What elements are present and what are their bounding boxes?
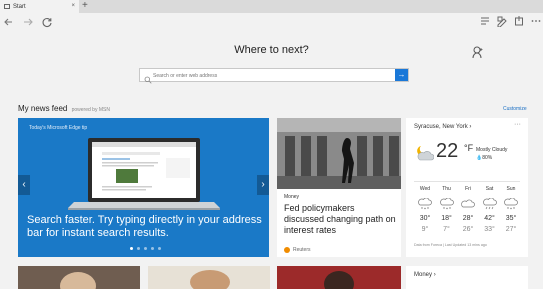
rain-cloud-icon: [482, 197, 498, 210]
tab-start[interactable]: Start ×: [0, 0, 79, 13]
new-tab-button[interactable]: +: [82, 1, 88, 11]
more-icon[interactable]: [529, 15, 543, 29]
tab-strip: Start × +: [0, 0, 543, 13]
news-photo: [277, 118, 401, 189]
money-card-title: Money ›: [414, 272, 436, 278]
tip-carousel[interactable]: Today's Microsoft Edge tip Search faster…: [18, 118, 269, 257]
refresh-icon[interactable]: [40, 15, 54, 29]
share-icon[interactable]: [512, 15, 526, 29]
weather-more-button[interactable]: ···: [514, 121, 521, 128]
toolbar: [0, 13, 543, 31]
search-input[interactable]: [153, 70, 393, 81]
weather-condition: Mostly Cloudy: [476, 147, 508, 153]
forecast-low: 9°: [421, 226, 429, 233]
forecast-day: Sun: [506, 186, 516, 192]
search-icon: [144, 71, 152, 84]
temperature-unit: °F: [464, 143, 474, 153]
back-icon[interactable]: [2, 15, 16, 29]
carousel-dot[interactable]: [130, 247, 133, 250]
money-card-label: Money: [414, 272, 433, 278]
carousel-dot[interactable]: [151, 247, 154, 250]
tab-title: Start: [13, 3, 26, 10]
laptop-illustration: [68, 138, 220, 210]
carousel-dot[interactable]: [158, 247, 161, 250]
forecast-high: 42°: [484, 215, 495, 222]
news-headline[interactable]: Fed policymakers discussed changing path…: [284, 203, 397, 236]
precipitation-value: 80%: [482, 155, 493, 161]
forecast-day: Thu: [442, 186, 451, 192]
forecast-high: 28°: [462, 215, 474, 222]
news-feed-label: My news feed: [18, 104, 68, 113]
reuters-icon: [284, 247, 290, 253]
carousel-caption: Search faster. Try typing directly in yo…: [27, 214, 262, 239]
news-thumbnail-1[interactable]: [18, 266, 140, 289]
cloud-icon: [460, 197, 476, 209]
reading-view-icon[interactable]: [478, 15, 492, 29]
carousel-dot[interactable]: [137, 247, 140, 250]
forward-icon[interactable]: [21, 15, 35, 29]
forecast-high: 18°: [441, 215, 452, 222]
partly-cloudy-night-icon: [417, 146, 434, 161]
close-tab-icon[interactable]: ×: [71, 3, 75, 9]
snow-cloud-icon: [503, 197, 519, 210]
forecast-high: 35°: [505, 215, 517, 222]
web-note-icon[interactable]: [495, 15, 509, 29]
forecast-day: Sat: [485, 186, 494, 192]
forecast-low: 33°: [484, 226, 495, 233]
forecast-low: 27°: [505, 226, 517, 233]
search-bar: →: [139, 68, 409, 84]
customize-link[interactable]: Customize: [503, 106, 527, 112]
carousel-dot[interactable]: [144, 247, 147, 250]
forecast-low: 26°: [462, 226, 474, 233]
search-go-button[interactable]: →: [395, 69, 408, 81]
powered-by-label: powered by MSN: [71, 107, 110, 113]
weather-location[interactable]: Syracuse, New York ›: [414, 124, 471, 130]
tab-page-icon: [4, 4, 10, 9]
weather-location-name: Syracuse, New York: [414, 124, 468, 130]
news-category: Money: [284, 194, 300, 200]
forecast-day: Wed: [419, 186, 431, 192]
carousel-prev-button[interactable]: ‹: [18, 175, 30, 195]
snow-cloud-icon: [439, 197, 455, 210]
weather-divider: [414, 181, 520, 182]
news-thumbnail-3[interactable]: [277, 266, 401, 289]
money-card[interactable]: Money ›: [406, 266, 528, 289]
current-temperature: 22: [436, 140, 459, 162]
news-feed-title: My news feed powered by MSN: [18, 104, 110, 113]
precipitation-chance: 💧80%: [476, 155, 492, 161]
chevron-right-icon: ›: [433, 272, 436, 278]
chevron-right-icon: ›: [469, 124, 472, 130]
page-title: Where to next?: [234, 44, 309, 56]
forecast-day: Fri: [465, 186, 471, 192]
weather-card[interactable]: Syracuse, New York › ··· 22 °F Mostly Cl…: [406, 118, 528, 257]
news-card[interactable]: Money Fed policymakers discussed changin…: [277, 118, 401, 257]
forecast-low: 7°: [443, 226, 450, 233]
carousel-next-button[interactable]: ›: [257, 175, 269, 195]
snow-cloud-icon: [417, 197, 433, 210]
news-thumbnail-2[interactable]: [148, 266, 270, 289]
news-source: Reuters: [293, 247, 311, 253]
forecast-high: 30°: [419, 215, 431, 222]
profile-icon[interactable]: [472, 45, 484, 59]
weather-footer: Data from Foreca | Last Updated 13 mins …: [414, 243, 487, 247]
